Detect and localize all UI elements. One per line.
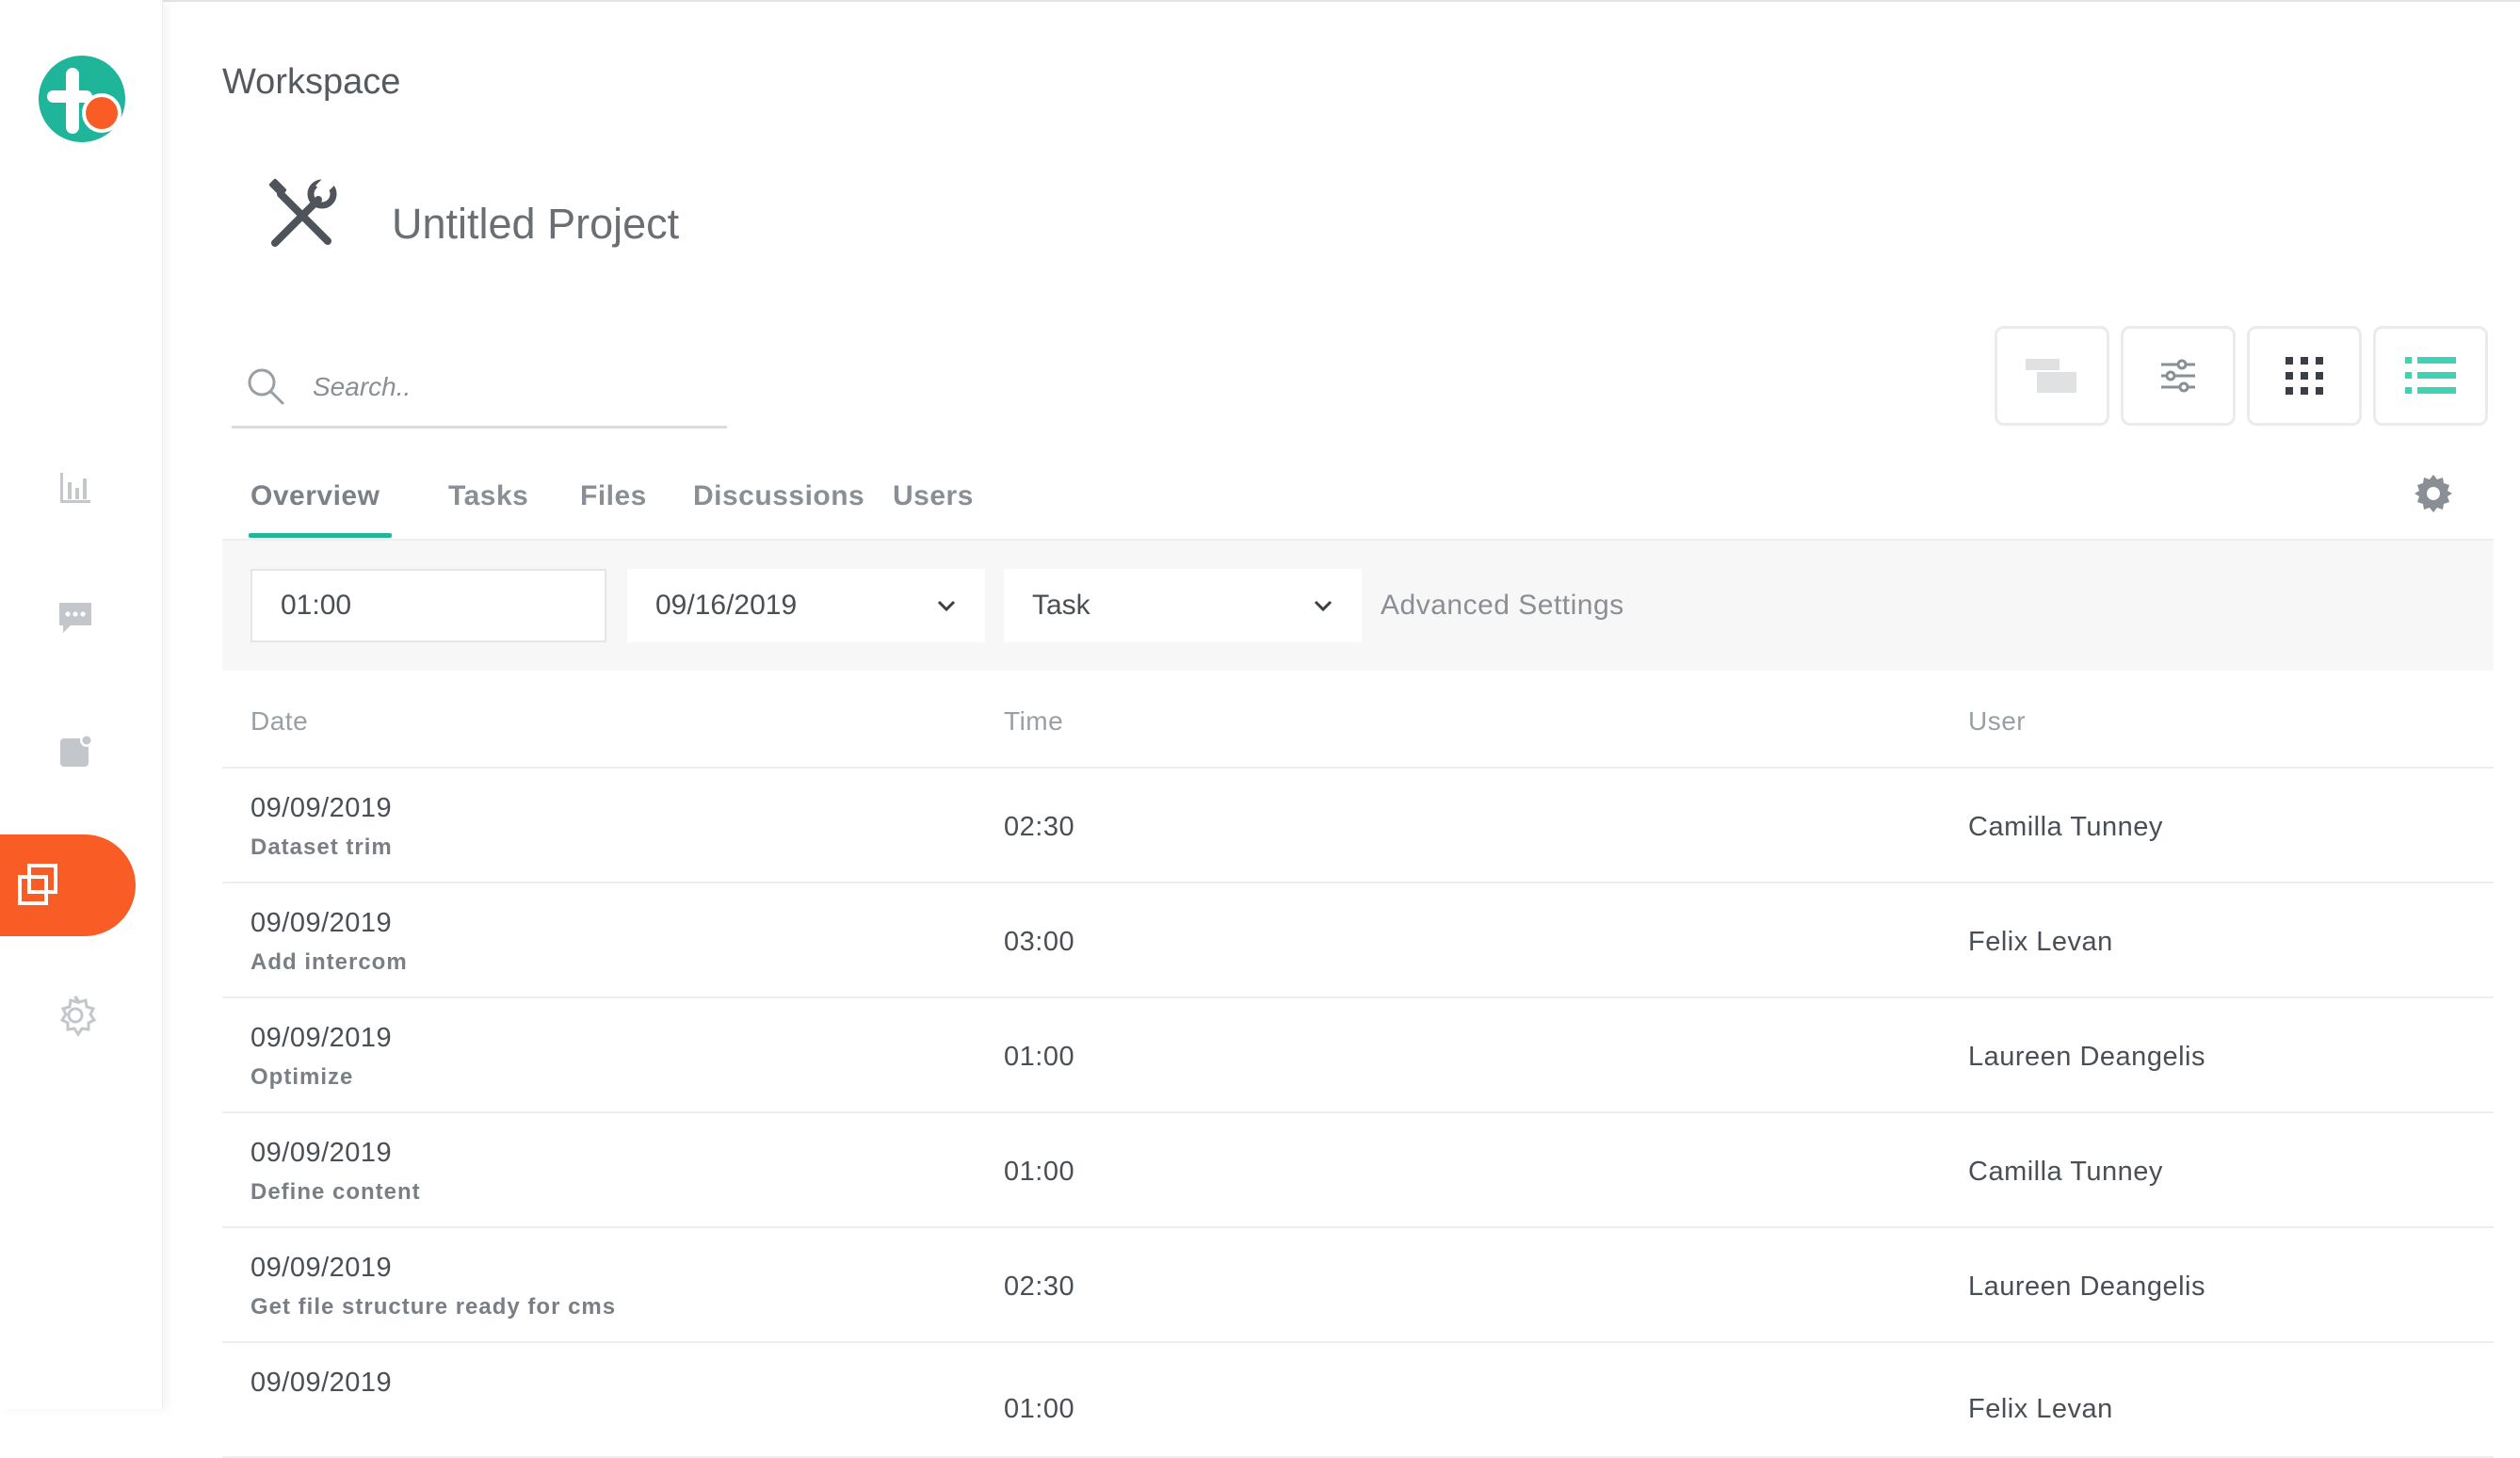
row-date: 09/09/2019 [250, 1138, 393, 1168]
sidebar [0, 0, 163, 1409]
tab-overview[interactable]: Overview [250, 480, 380, 512]
date-select[interactable]: 09/16/2019 [627, 569, 985, 642]
column-header-time[interactable]: Time [1004, 706, 1063, 737]
row-date: 09/09/2019 [250, 1253, 393, 1283]
row-time: 01:00 [1004, 1394, 1075, 1424]
filter-bar: 01:00 09/16/2019 Task Advanced Settings [222, 541, 2494, 671]
row-date: 09/09/2019 [250, 793, 393, 823]
row-user: Camilla Tunney [1968, 812, 2163, 842]
sidebar-item-notes[interactable] [45, 721, 105, 782]
grid-icon [2286, 357, 2323, 395]
tools-icon [262, 175, 341, 254]
chevron-down-icon [937, 600, 956, 612]
column-header-date[interactable]: Date [250, 706, 308, 737]
row-task: Dataset trim [250, 834, 393, 860]
search-input[interactable] [311, 364, 710, 411]
row-user: Laureen Deangelis [1968, 1272, 2205, 1302]
project-title: Untitled Project [392, 200, 680, 248]
time-entries-table: Date Time User 09/09/2019 Dataset trim 0… [222, 671, 2494, 1458]
time-input-value: 01:00 [281, 590, 352, 621]
active-tab-indicator [249, 533, 392, 538]
search-icon [248, 368, 284, 405]
filter-view-button[interactable] [2121, 326, 2236, 426]
tab-files[interactable]: Files [580, 480, 647, 512]
row-user: Laureen Deangelis [1968, 1042, 2205, 1072]
sidebar-item-analytics[interactable] [45, 458, 105, 518]
list-icon [2405, 357, 2456, 394]
bar-chart-icon [60, 473, 90, 503]
sidebar-item-messages[interactable] [45, 588, 105, 648]
table-row[interactable]: 09/09/2019 Get file structure ready for … [222, 1228, 2494, 1343]
row-time: 01:00 [1004, 1042, 1075, 1072]
row-time: 02:30 [1004, 812, 1075, 842]
table-row[interactable]: 09/09/2019 Dataset trim 02:30 Camilla Tu… [222, 769, 2494, 883]
sliders-icon [2161, 359, 2195, 393]
row-time: 02:30 [1004, 1272, 1075, 1302]
tab-tasks[interactable]: Tasks [448, 480, 528, 512]
tab-discussions[interactable]: Discussions [693, 480, 864, 512]
settings-gear-button[interactable] [2413, 473, 2454, 514]
grid-view-button[interactable] [2247, 326, 2362, 426]
row-task: Get file structure ready for cms [250, 1294, 617, 1320]
advanced-settings-link[interactable]: Advanced Settings [1381, 590, 1624, 622]
note-icon [60, 734, 93, 767]
row-date: 09/09/2019 [250, 908, 393, 938]
column-header-user[interactable]: User [1968, 706, 2026, 737]
date-select-value: 09/16/2019 [655, 590, 798, 621]
row-user: Felix Levan [1968, 927, 2113, 957]
time-input[interactable]: 01:00 [250, 569, 606, 642]
app-logo[interactable] [38, 55, 126, 143]
row-user: Camilla Tunney [1968, 1157, 2163, 1187]
tab-users[interactable]: Users [893, 480, 974, 512]
row-time: 01:00 [1004, 1157, 1075, 1187]
table-row[interactable]: 09/09/2019 01:00 Felix Levan [222, 1343, 2494, 1458]
list-view-button[interactable] [2373, 326, 2488, 426]
row-time: 03:00 [1004, 927, 1075, 957]
sidebar-item-projects[interactable] [0, 834, 136, 936]
type-select[interactable]: Task [1004, 569, 1362, 642]
row-task: Define content [250, 1179, 421, 1205]
table-row[interactable]: 09/09/2019 Add intercom 03:00 Felix Leva… [222, 883, 2494, 998]
row-task: Optimize [250, 1064, 354, 1090]
row-user: Felix Levan [1968, 1394, 2113, 1424]
row-date: 09/09/2019 [250, 1023, 393, 1053]
stacked-squares-icon [18, 864, 57, 905]
table-row[interactable]: 09/09/2019 Define content 01:00 Camilla … [222, 1113, 2494, 1228]
table-header: Date Time User [222, 671, 2494, 769]
gear-icon [2415, 475, 2452, 512]
tab-bar: Overview Tasks Files Discussions Users [232, 467, 2492, 541]
workspace-title: Workspace [222, 62, 401, 102]
chat-bubble-icon [59, 603, 91, 633]
gear-icon [59, 996, 97, 1037]
gantt-icon [2026, 359, 2076, 393]
type-select-value: Task [1032, 590, 1090, 621]
row-date: 09/09/2019 [250, 1368, 393, 1398]
table-row[interactable]: 09/09/2019 Optimize 01:00 Laureen Deange… [222, 998, 2494, 1113]
gantt-view-button[interactable] [1995, 326, 2109, 426]
top-border [0, 0, 2520, 2]
row-task: Add intercom [250, 949, 408, 975]
chevron-down-icon [1314, 600, 1333, 612]
search-bar [232, 348, 727, 429]
sidebar-item-settings[interactable] [45, 985, 105, 1045]
